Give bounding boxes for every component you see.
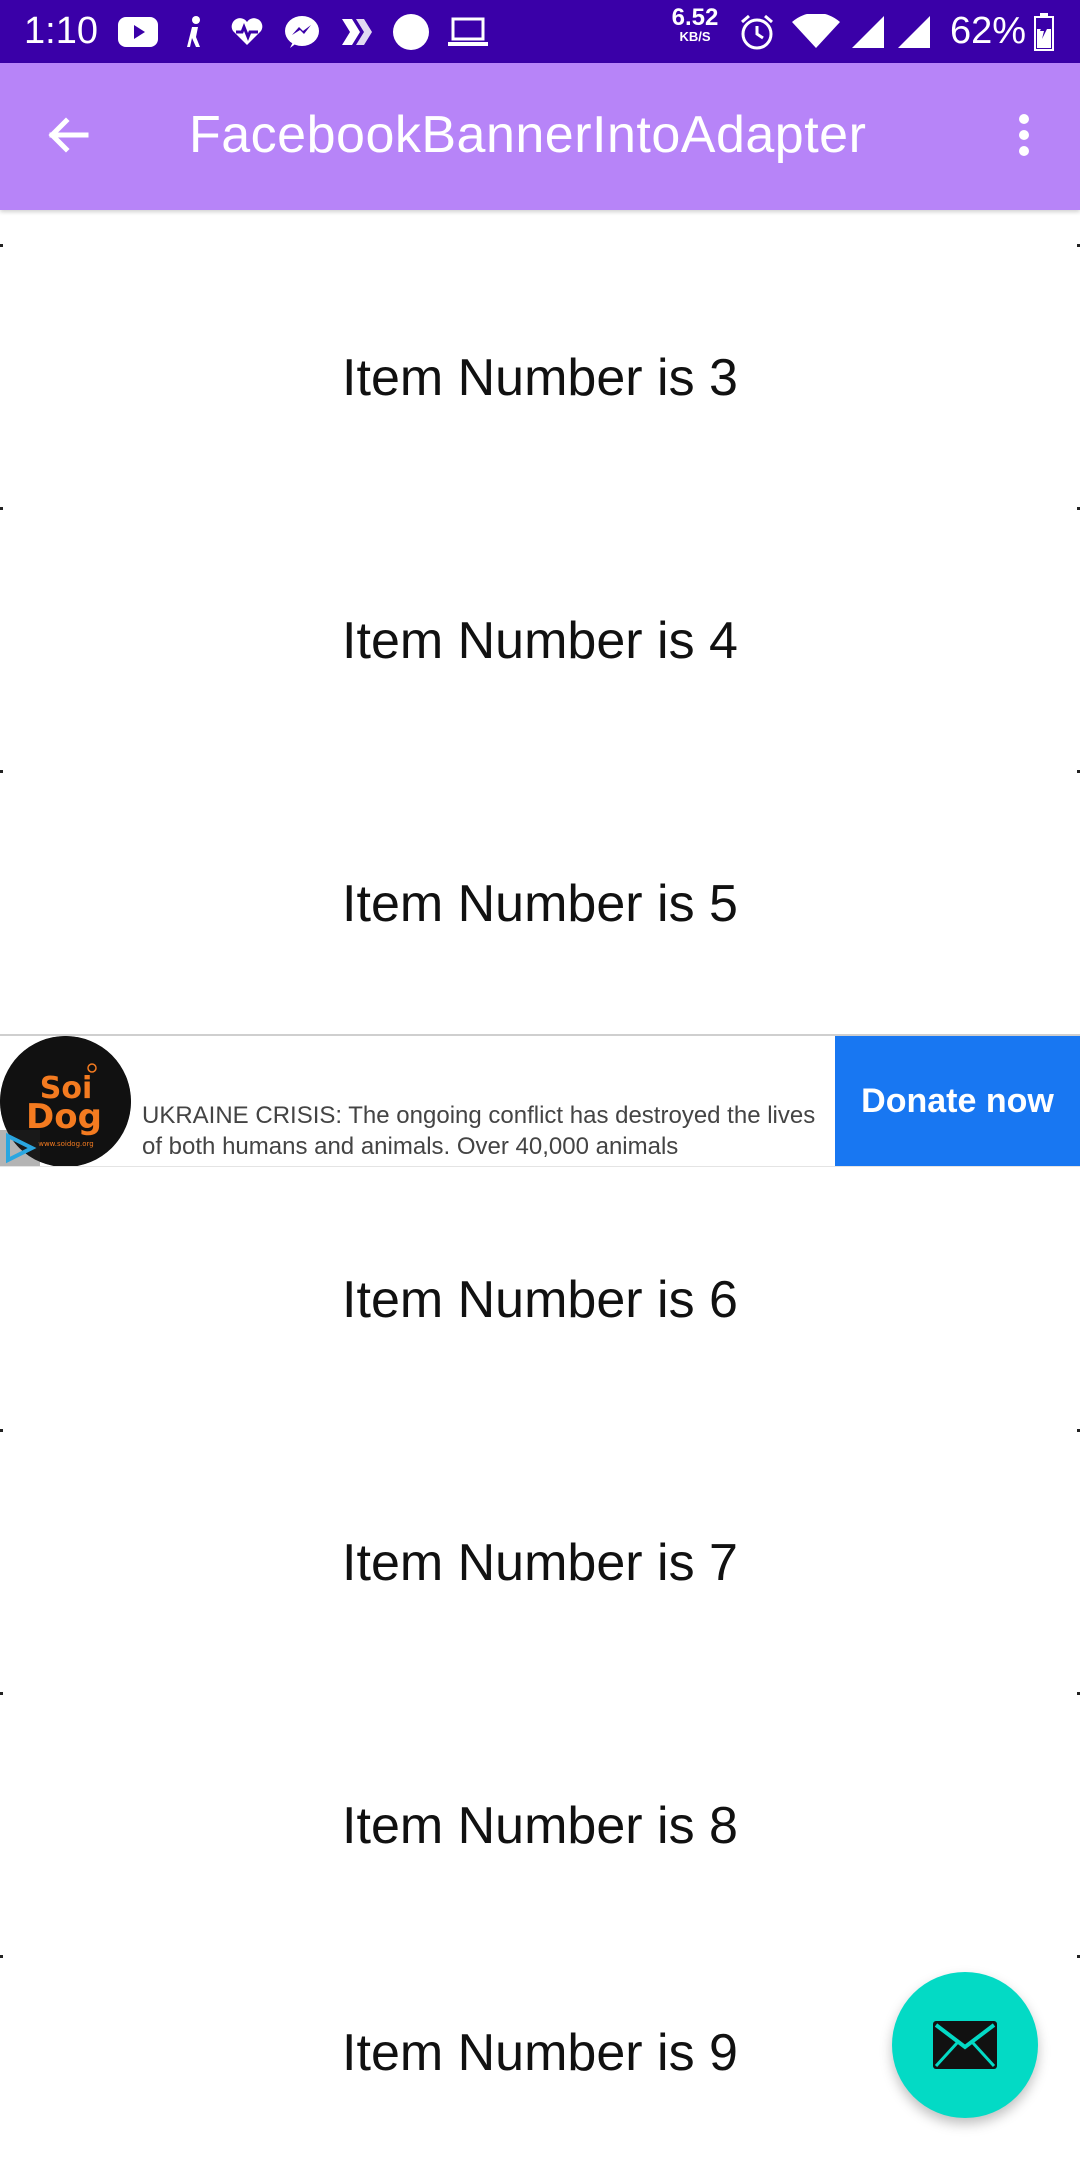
list-item[interactable]: Item Number is 7: [0, 1431, 1080, 1694]
donate-now-button[interactable]: Donate now: [835, 1036, 1080, 1166]
circle-icon: [392, 10, 430, 54]
page-title: FacebookBannerIntoAdapter: [189, 106, 867, 164]
divider-dot: [0, 1955, 3, 1958]
net-speed: 6.52 KB/S: [664, 4, 726, 44]
status-time: 1:10: [24, 10, 98, 52]
ad-text: UKRAINE CRISIS: The ongoing conflict has…: [142, 1102, 816, 1160]
messenger-icon: [284, 10, 320, 54]
adchoices-icon[interactable]: [0, 1130, 40, 1166]
list-item[interactable]: Item Number is 8: [0, 1694, 1080, 1957]
item-label: Item Number is 4: [342, 611, 738, 670]
list-item[interactable]: Item Number is 5: [0, 772, 1080, 1035]
item-label: Item Number is 5: [342, 874, 738, 933]
divider-dot: [0, 770, 3, 773]
alarm-icon: [738, 10, 776, 54]
signal-icon-2: [896, 10, 932, 54]
battery-percent: 62%: [950, 10, 1027, 52]
net-speed-value: 6.52: [671, 4, 719, 31]
mail-fab-button[interactable]: [892, 1972, 1038, 2118]
item-label: Item Number is 3: [342, 348, 738, 407]
item-label: Item Number is 9: [342, 2023, 738, 2082]
divider-dot: [0, 244, 3, 247]
signal-icon: [850, 10, 886, 54]
item-label: Item Number is 7: [342, 1533, 738, 1592]
youtube-icon: [118, 10, 158, 54]
laptop-icon: [448, 10, 488, 54]
status-bar: 1:10 6.52 KB/S 62%: [0, 0, 1080, 63]
chevron-app-icon: [340, 10, 374, 54]
ad-banner[interactable]: Soi Dog www.soidog.org UKRAINE CRISIS: T…: [0, 1034, 1080, 1167]
list-item[interactable]: Item Number is 3: [0, 246, 1080, 509]
overflow-menu-button[interactable]: [1000, 103, 1048, 167]
back-button[interactable]: [36, 103, 100, 167]
fit-icon: [182, 10, 206, 54]
list-item[interactable]: Item Number is 4: [0, 509, 1080, 772]
net-speed-unit: KB/S: [679, 29, 711, 44]
app-bar: FacebookBannerIntoAdapter: [0, 63, 1080, 210]
wifi-icon: [792, 10, 840, 54]
divider-dot: [0, 1429, 3, 1432]
list-item[interactable]: Item Number is 6: [0, 1168, 1080, 1431]
svg-text:www.soidog.org: www.soidog.org: [38, 1140, 94, 1148]
more-vert-icon: [1019, 114, 1029, 156]
divider-dot: [0, 507, 3, 510]
item-label: Item Number is 8: [342, 1796, 738, 1855]
divider-dot: [0, 1692, 3, 1695]
health-icon: [230, 10, 264, 54]
battery-icon: [1034, 10, 1054, 54]
item-label: Item Number is 6: [342, 1270, 738, 1329]
mail-icon: [933, 2021, 997, 2069]
arrow-back-icon: [48, 117, 89, 153]
